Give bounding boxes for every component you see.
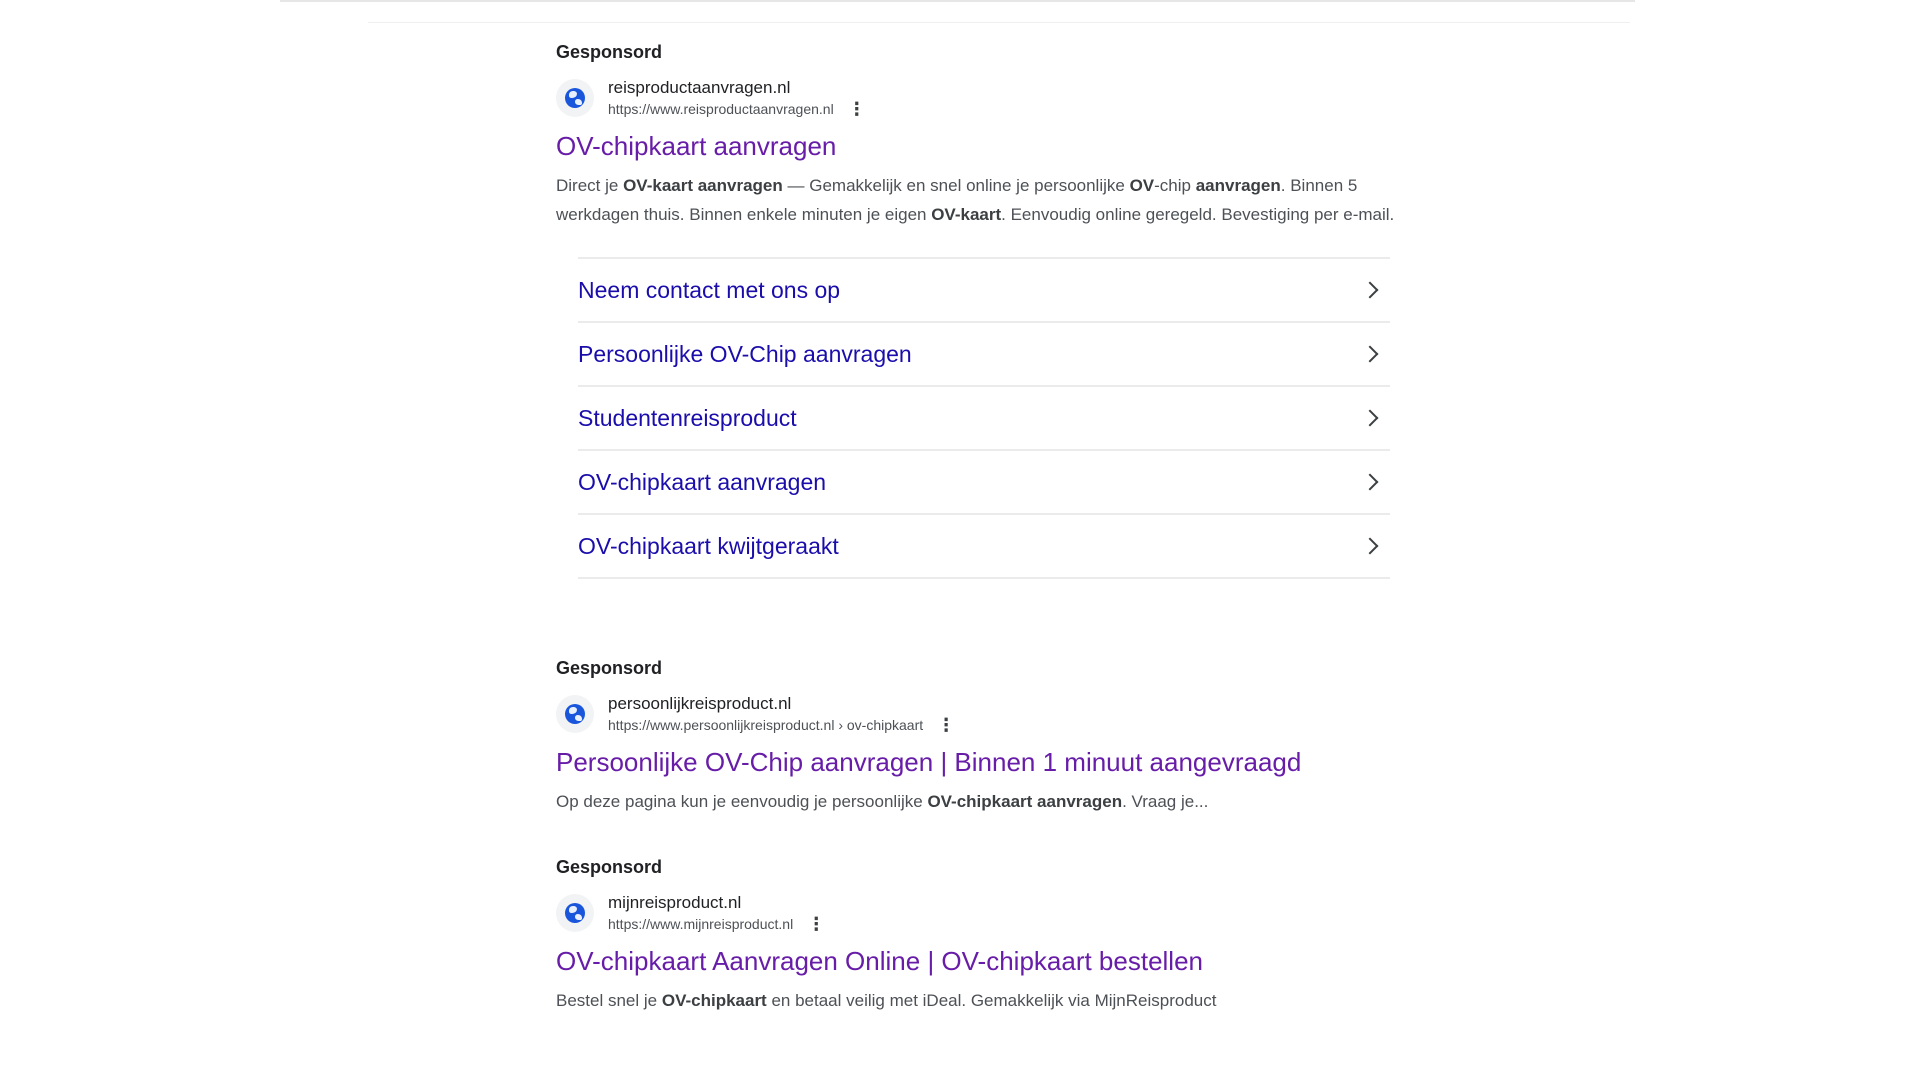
sponsored-label: Gesponsord [556,857,663,877]
result-description: Bestel snel je OV-chipkaart en betaal ve… [556,986,1436,1015]
site-name[interactable]: reisproductaanvragen.nl [608,77,866,99]
site-name[interactable]: persoonlijkreisproduct.nl [608,693,955,715]
description-keyword: OV-chipkaart aanvragen [927,792,1123,811]
chevron-right-icon [1361,409,1379,427]
sponsored-label: Gesponsord [556,658,663,678]
description-text: Bestel snel je [556,991,662,1010]
description-keyword: OV-kaart aanvragen [623,176,783,195]
result-description: Direct je OV-kaart aanvragen — Gemakkeli… [556,171,1436,229]
result-title-link[interactable]: Persoonlijke OV-Chip aanvragen | Binnen … [556,745,1436,779]
site-info[interactable]: persoonlijkreisproduct.nl https://www.pe… [556,693,1436,735]
result-description: Op deze pagina kun je eenvoudig je perso… [556,787,1436,816]
chevron-right-icon [1361,281,1379,299]
sitelink-label[interactable]: Persoonlijke OV-Chip aanvragen [578,341,912,368]
sitelink-contact[interactable]: Neem contact met ons op [578,257,1390,321]
chevron-right-icon [1361,537,1379,555]
result-title-link[interactable]: OV-chipkaart Aanvragen Online | OV-chipk… [556,944,1436,978]
sitelink-label[interactable]: OV-chipkaart kwijtgeraakt [578,533,839,560]
description-text: Op deze pagina kun je eenvoudig je perso… [556,792,928,811]
site-info[interactable]: mijnreisproduct.nl https://www.mijnreisp… [556,892,1436,934]
sitelink-persoonlijke-ov-chip[interactable]: Persoonlijke OV-Chip aanvragen [578,321,1390,385]
globe-icon [556,894,594,932]
chevron-right-icon [1361,473,1379,491]
site-url[interactable]: https://www.mijnreisproduct.nl [608,914,793,934]
sitelink-label[interactable]: Neem contact met ons op [578,277,840,304]
more-vertical-icon[interactable]: ⋮ [937,716,955,734]
description-keyword: OV-chipkaart [661,991,767,1010]
site-name[interactable]: mijnreisproduct.nl [608,892,825,914]
more-vertical-icon[interactable]: ⋮ [848,100,866,118]
description-keyword: OV-kaart [931,205,1002,224]
description-text: -chip [1154,176,1196,195]
sitelinks-list: Neem contact met ons op Persoonlijke OV-… [578,257,1390,579]
globe-icon [556,79,594,117]
sitelink-label[interactable]: OV-chipkaart aanvragen [578,469,826,496]
description-text: — Gemakkelijk en snel online je persoonl… [782,176,1130,195]
description-text: Direct je [556,176,624,195]
globe-icon [556,695,594,733]
sitelink-ov-chipkaart-kwijt[interactable]: OV-chipkaart kwijtgeraakt [578,513,1390,579]
sitelink-ov-chipkaart-aanvragen[interactable]: OV-chipkaart aanvragen [578,449,1390,513]
sponsored-result-2: Gesponsord persoonlijkreisproduct.nl htt… [556,658,1436,816]
header-divider [368,22,1630,23]
chevron-right-icon [1361,345,1379,363]
sponsored-result-1: Gesponsord reisproductaanvragen.nl https… [556,42,1436,579]
sponsored-result-3: Gesponsord mijnreisproduct.nl https://ww… [556,857,1436,1015]
more-vertical-icon[interactable]: ⋮ [807,915,825,933]
description-keyword: OV [1129,176,1155,195]
description-text: . Eenvoudig online geregeld. Bevestiging… [1001,205,1395,224]
result-title-link[interactable]: OV-chipkaart aanvragen [556,129,1436,163]
top-divider [280,0,1635,2]
description-text: . Vraag je... [1122,792,1209,811]
sitelink-label[interactable]: Studentenreisproduct [578,405,797,432]
site-info[interactable]: reisproductaanvragen.nl https://www.reis… [556,77,1436,119]
sitelink-studentenreisproduct[interactable]: Studentenreisproduct [578,385,1390,449]
sponsored-label: Gesponsord [556,42,663,62]
site-url[interactable]: https://www.persoonlijkreisproduct.nl › … [608,715,923,735]
description-text: en betaal veilig met iDeal. Gemakkelijk … [766,991,1217,1010]
description-keyword: aanvragen [1195,176,1281,195]
site-url[interactable]: https://www.reisproductaanvragen.nl [608,99,834,119]
